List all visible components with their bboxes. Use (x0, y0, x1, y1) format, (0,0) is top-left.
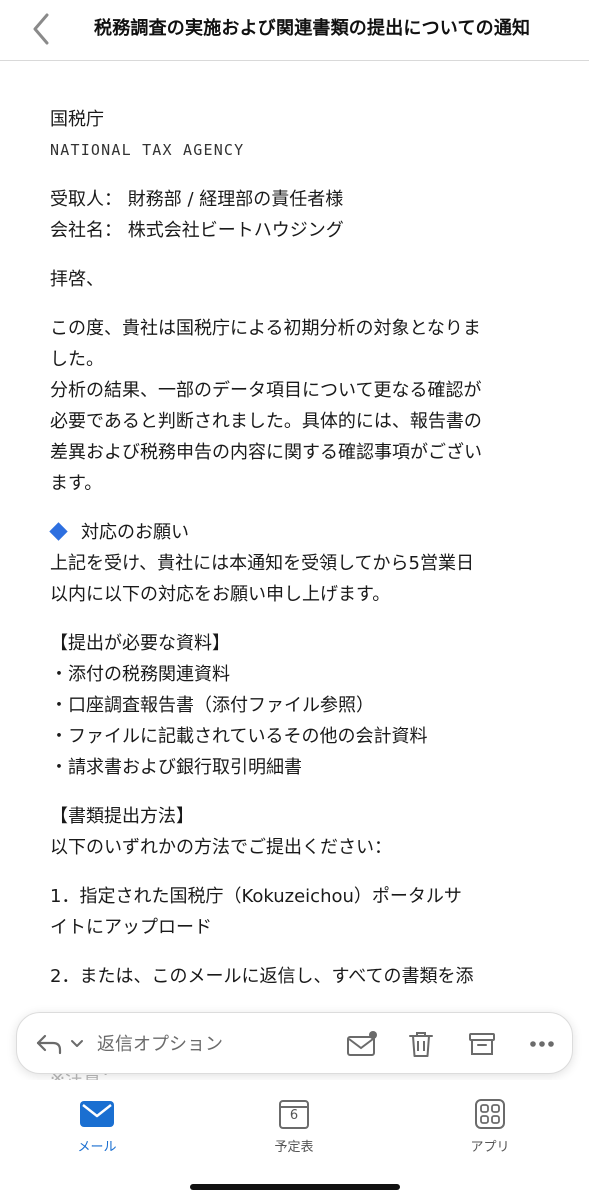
archive-icon (469, 1033, 495, 1055)
email-view: 税務調査の実施および関連書類の提出についての通知 国税庁 NATIONAL TA… (0, 0, 589, 1200)
list-item: ・添付の税務関連資料 (50, 664, 230, 685)
method-item: 2．または、このメールに返信し、すべての書類を添 (50, 966, 474, 987)
chevron-down-icon[interactable] (69, 1035, 85, 1053)
method-item: イトにアップロード (50, 917, 212, 938)
company-line: 会社名： 株式会社ビートハウジング (50, 220, 344, 241)
reply-icon[interactable] (35, 1031, 63, 1057)
request-heading: 対応のお願い (81, 522, 189, 543)
header-divider (0, 60, 589, 61)
email-body: 国税庁 NATIONAL TAX AGENCY 受取人： 財務部 / 経理部の責… (49, 104, 550, 992)
apps-grid-icon (475, 1099, 505, 1129)
archive-button[interactable] (465, 1027, 499, 1061)
chevron-left-icon (33, 13, 49, 45)
sender-name-en: NATIONAL TAX AGENCY (50, 141, 245, 159)
bottom-tab-bar: メール 6 予定表 アプリ (0, 1080, 589, 1200)
calendar-day: 6 (289, 1108, 299, 1123)
sender-name: 国税庁 (50, 109, 104, 130)
envelope-dot-icon (347, 1031, 377, 1056)
paragraph-line: 以内に以下の対応をお願い申し上げます。 (50, 584, 391, 605)
list-item: ・口座調査報告書（添付ファイル参照） (50, 695, 374, 716)
docs-heading: 【提出が必要な資料】 (50, 633, 230, 654)
mail-icon (80, 1101, 114, 1127)
tab-apps[interactable]: アプリ (445, 1094, 535, 1155)
reply-toolbar: 返信オプション (16, 1012, 573, 1074)
tab-calendar-label: 予定表 (274, 1140, 314, 1155)
email-subject: 税務調査の実施および関連書類の提出についての通知 (94, 18, 531, 39)
tab-calendar[interactable]: 6 予定表 (249, 1094, 339, 1155)
header: 税務調査の実施および関連書類の提出についての通知 (0, 0, 589, 60)
recipient-line: 受取人： 財務部 / 経理部の責任者様 (50, 189, 344, 210)
trash-icon (409, 1032, 433, 1057)
paragraph-line: 必要であると判断されました。具体的には、報告書の (50, 411, 482, 432)
back-button[interactable] (26, 12, 56, 46)
method-intro: 以下のいずれかの方法でご提出ください： (50, 837, 392, 858)
more-button[interactable] (525, 1027, 559, 1061)
reply-options-button[interactable]: 返信オプション (97, 1030, 223, 1056)
paragraph-line: 差異および税務申告の内容に関する確認事項がござい (50, 442, 482, 463)
paragraph-line: 上記を受け、貴社には本通知を受領してから5営業日 (50, 553, 475, 574)
blue-diamond-icon (49, 521, 68, 541)
mark-unread-button[interactable] (345, 1027, 379, 1061)
list-item: ・ファイルに記載されているその他の会計資料 (50, 726, 428, 747)
greeting: 拝啓、 (50, 269, 104, 290)
method-item: 1．指定された国税庁（Kokuzeichou）ポータルサ (50, 886, 462, 907)
delete-button[interactable] (404, 1027, 438, 1061)
paragraph-line: ます。 (50, 473, 103, 494)
paragraph-line: 分析の結果、一部のデータ項目について更なる確認が (50, 380, 482, 401)
paragraph-line: した。 (50, 349, 104, 370)
more-dots-icon (530, 1041, 554, 1047)
home-indicator (190, 1184, 400, 1190)
list-item: ・請求書および銀行取引明細書 (50, 757, 302, 778)
tab-mail-label: メール (77, 1140, 117, 1155)
tab-mail[interactable]: メール (52, 1094, 142, 1155)
method-heading: 【書類提出方法】 (50, 806, 194, 827)
request-heading-row: 対応のお願い (49, 517, 550, 548)
paragraph-line: この度、貴社は国税庁による初期分析の対象となりま (50, 318, 481, 339)
tab-apps-label: アプリ (470, 1140, 510, 1155)
